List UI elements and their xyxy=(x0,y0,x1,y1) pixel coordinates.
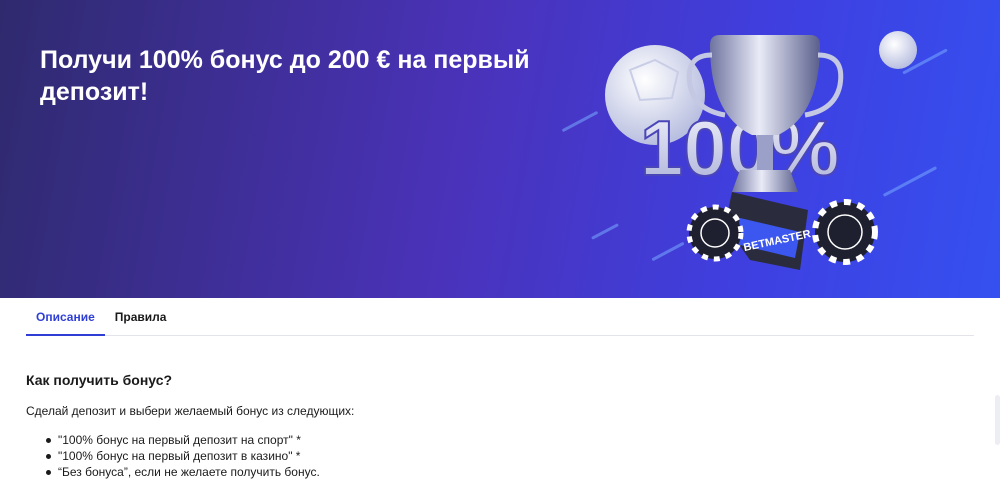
list-item: “Без бонуса”, если не желаете получить б… xyxy=(26,464,974,480)
casino-chip-icon xyxy=(812,199,878,265)
list-item: "100% бонус на первый депозит на спорт" … xyxy=(26,432,974,448)
list-item: "100% бонус на первый депозит в казино" … xyxy=(26,448,974,464)
scrollbar[interactable] xyxy=(995,395,1000,445)
section-heading: Как получить бонус? xyxy=(26,372,173,388)
intro-text: Сделай депозит и выбери желаемый бонус и… xyxy=(26,404,355,418)
description-panel: Как получить бонус? Сделай депозит и выб… xyxy=(26,372,974,480)
tab-description[interactable]: Описание xyxy=(26,298,105,336)
tab-rules[interactable]: Правила xyxy=(105,298,177,336)
banner-title: Получи 100% бонус до 200 € на первый деп… xyxy=(40,46,530,106)
promo-banner: Получи 100% бонус до 200 € на первый деп… xyxy=(0,0,1000,298)
casino-chip-icon xyxy=(686,204,744,262)
promo-illustration: 100% BETMASTER xyxy=(605,31,917,270)
bonus-options-list: "100% бонус на первый депозит на спорт" … xyxy=(26,432,974,480)
decorative-stripe xyxy=(561,110,599,133)
golf-ball-icon xyxy=(879,31,917,69)
tab-bar: Описание Правила xyxy=(26,298,974,336)
